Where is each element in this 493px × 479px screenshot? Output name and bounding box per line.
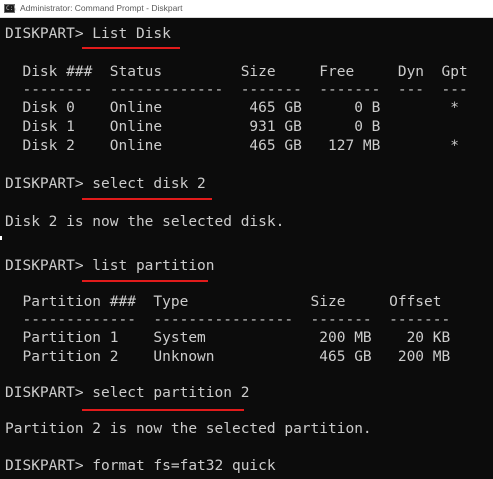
table-separator: -------- ------------- ------- ------- -… <box>5 82 468 98</box>
command-line: DISKPART> list partition <box>5 258 215 274</box>
table-row: Partition 1 System 200 MB 20 KB <box>5 330 451 346</box>
table-row: Disk 2 Online 465 GB 127 MB * <box>5 138 459 154</box>
console-output[interactable]: DISKPART> List Disk Disk ### Status Size… <box>0 18 493 479</box>
output-line: Disk 2 is now the selected disk. <box>5 214 285 230</box>
annotation-underline <box>82 198 212 200</box>
table-header: Partition ### Type Size Offset <box>5 294 442 310</box>
cmd-icon: C:\ <box>4 4 17 13</box>
annotation-underline <box>82 280 208 282</box>
command-line: DISKPART> select partition 2 <box>5 385 250 401</box>
table-row: Disk 1 Online 931 GB 0 B <box>5 119 381 135</box>
command-prompt-window: C:\ Administrator: Command Prompt - Disk… <box>0 0 493 479</box>
table-header: Disk ### Status Size Free Dyn Gpt <box>5 64 468 80</box>
command-line: DISKPART> select disk 2 <box>5 176 206 192</box>
annotation-underline <box>82 47 180 49</box>
annotation-underline <box>82 409 244 411</box>
table-row: Disk 0 Online 465 GB 0 B * <box>5 100 459 116</box>
command-line: DISKPART> format fs=fat32 quick <box>5 458 276 474</box>
table-separator: ------------- ---------------- ------- -… <box>5 312 451 328</box>
selection-marker <box>0 236 2 240</box>
title-bar[interactable]: C:\ Administrator: Command Prompt - Disk… <box>0 0 493 18</box>
command-line: DISKPART> List Disk <box>5 26 171 42</box>
table-row: Partition 2 Unknown 465 GB 200 MB <box>5 349 451 365</box>
window-title: Administrator: Command Prompt - Diskpart <box>20 3 183 13</box>
output-line: Partition 2 is now the selected partitio… <box>5 421 372 437</box>
